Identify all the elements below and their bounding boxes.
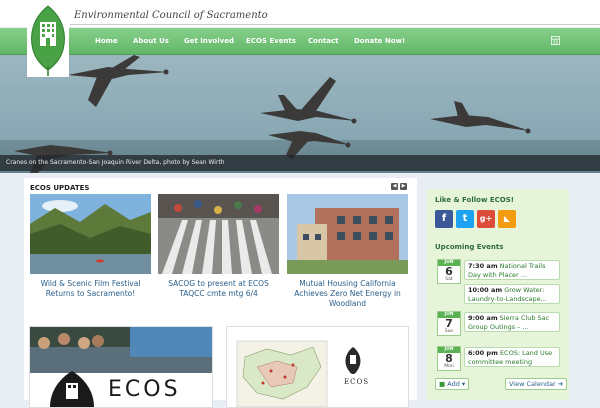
- card-image-film-festival[interactable]: [30, 194, 151, 274]
- card-image-mutual-housing[interactable]: [287, 194, 408, 274]
- date-badge: JUN 8 Mon: [437, 346, 461, 371]
- crane-bird: [260, 77, 357, 124]
- nav-about-us[interactable]: About Us: [133, 28, 169, 54]
- nav-ecos-events[interactable]: ECOS Events: [246, 28, 296, 54]
- crane-bird: [68, 55, 169, 107]
- add-icon: ■: [439, 380, 446, 388]
- nav-contact[interactable]: Contact: [308, 28, 339, 54]
- event-item[interactable]: 9:00 am Sierra Club Sac Group Outings – …: [464, 312, 560, 332]
- title-divider: [70, 24, 600, 25]
- follow-title: Like & Follow ECOS!: [435, 196, 514, 204]
- event-item[interactable]: 7:30 am National Trails Day with Placer …: [464, 260, 560, 280]
- view-calendar-button[interactable]: View Calendar ➔: [505, 378, 568, 390]
- card-caption-sacog[interactable]: SACOG to present at ECOS TAQCC cmte mtg …: [158, 279, 279, 299]
- tile-ecos-wordmark: ECOS: [108, 377, 181, 402]
- nav-get-involved[interactable]: Get Involved: [184, 28, 234, 54]
- prev-slide-button[interactable]: ◀: [391, 183, 398, 190]
- event-item[interactable]: 10:00 am Grow Water: Laundry-to-Landscap…: [464, 284, 560, 304]
- arrow-right-icon: ➔: [557, 380, 564, 388]
- facebook-icon[interactable]: f: [435, 210, 453, 228]
- card-caption-film-festival[interactable]: Wild & Scenic Film Festival Returns to S…: [30, 279, 151, 299]
- ecos-leaf-logo[interactable]: [27, 4, 69, 77]
- card-image-sacog[interactable]: [158, 194, 279, 274]
- chevron-down-icon: ▾: [461, 380, 466, 388]
- nav-home[interactable]: Home: [95, 28, 118, 54]
- google-plus-icon[interactable]: g+: [477, 210, 495, 228]
- ecos-photo-tile[interactable]: ECOS: [29, 326, 213, 408]
- add-event-button[interactable]: ■ Add ▾: [435, 378, 470, 390]
- updates-section-title: ECOS UPDATES: [30, 184, 90, 192]
- grid-icon[interactable]: [551, 36, 560, 45]
- nav-donate-now[interactable]: Donate Now!: [354, 28, 405, 54]
- next-slide-button[interactable]: ▶: [400, 183, 407, 190]
- date-badge: JUN 7 Sun: [437, 311, 461, 336]
- crane-bird: [430, 101, 531, 134]
- date-badge: JUN 6 Sat: [437, 259, 461, 284]
- card-caption-mutual-housing[interactable]: Mutual Housing California Achieves Zero …: [287, 279, 408, 309]
- twitter-icon[interactable]: t: [456, 210, 474, 228]
- hero-caption: Cranes on the Sacramento-San Joaquin Riv…: [6, 159, 225, 166]
- hero-caption-bar: Cranes on the Sacramento-San Joaquin Riv…: [0, 155, 600, 171]
- main-nav: Home About Us Get Involved ECOS Events C…: [0, 28, 600, 55]
- map-tile-ecos-label: ECOS: [344, 378, 369, 386]
- site-title[interactable]: Environmental Council of Sacramento: [74, 10, 268, 21]
- ecos-map-tile[interactable]: ECOS: [226, 326, 409, 408]
- rss-icon[interactable]: ◣: [498, 210, 516, 228]
- event-item[interactable]: 6:00 pm ECOS: Land Use committee meeting: [464, 347, 560, 367]
- upcoming-events-title: Upcoming Events: [435, 243, 504, 251]
